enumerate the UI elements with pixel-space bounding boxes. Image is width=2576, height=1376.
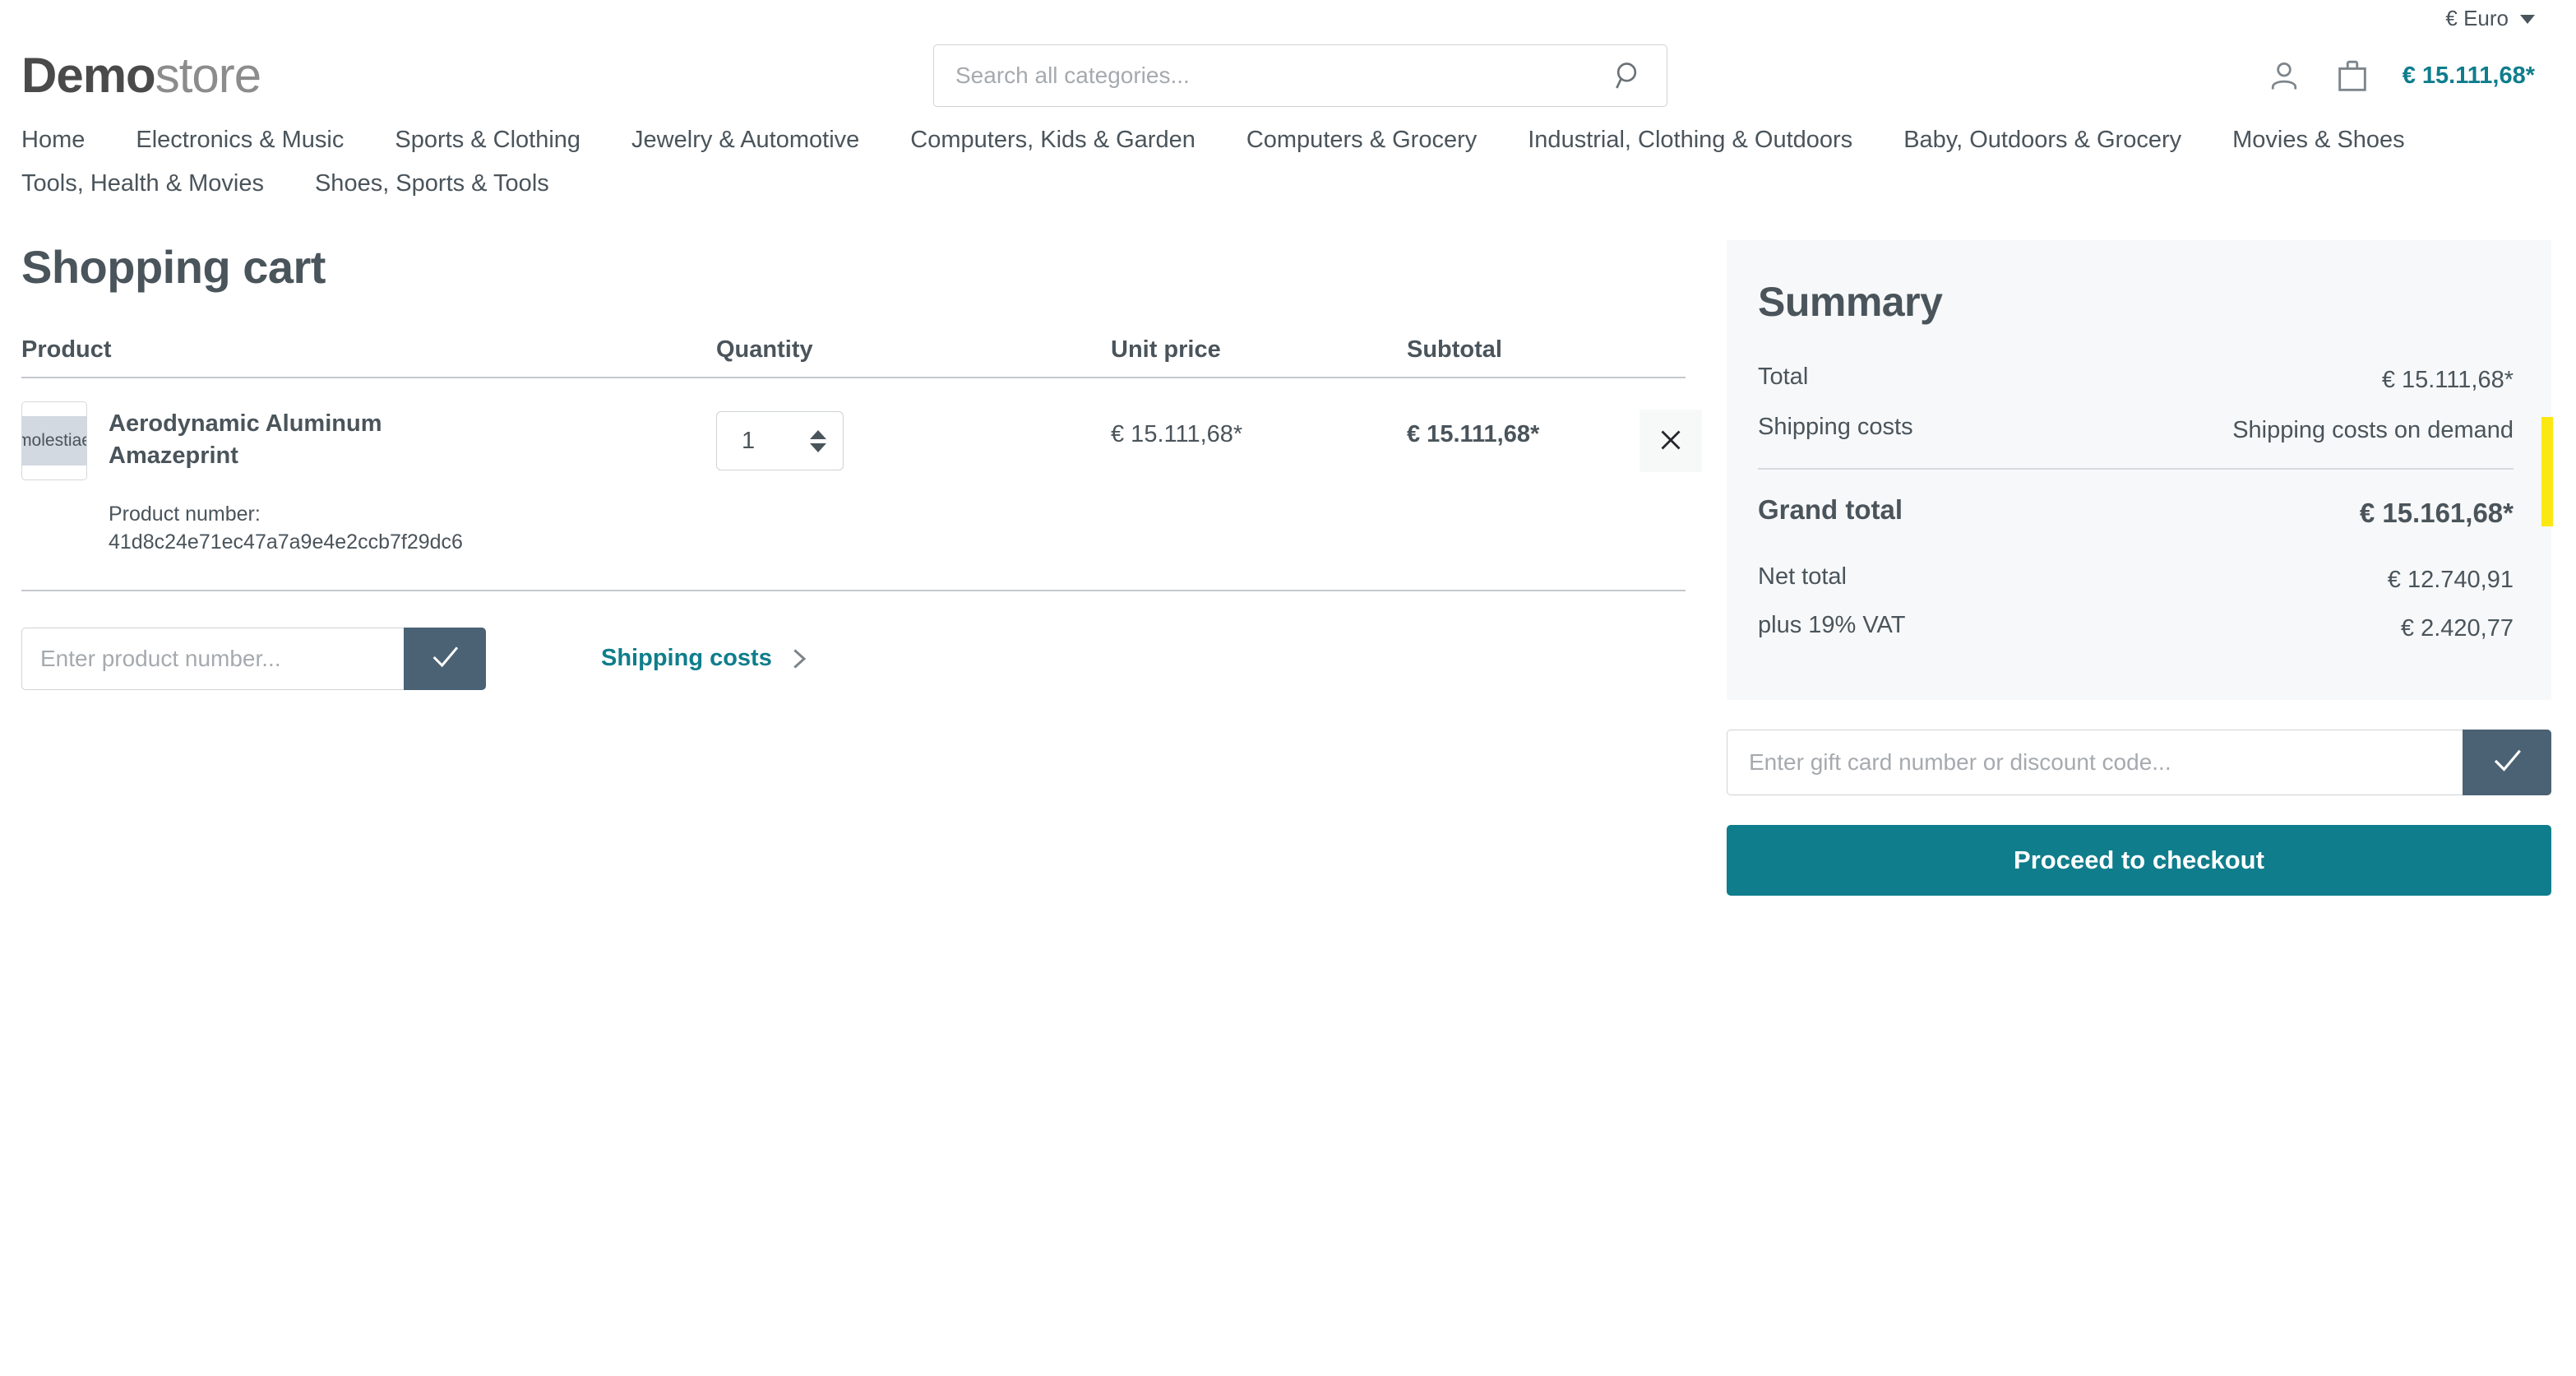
close-icon bbox=[1656, 425, 1686, 457]
summary-divider bbox=[1758, 468, 2514, 470]
page-title: Shopping cart bbox=[21, 241, 326, 293]
remove-cell bbox=[1592, 401, 1702, 472]
product-number-label: Product number: bbox=[109, 503, 261, 526]
shopping-bag-icon[interactable] bbox=[2333, 57, 2371, 95]
summary-title: Summary bbox=[1758, 279, 1943, 325]
nav-item-movies-shoes[interactable]: Movies & Shoes bbox=[2232, 127, 2405, 154]
summary-net-total-label: Net total bbox=[1758, 563, 1847, 591]
spinner-up-icon[interactable] bbox=[810, 429, 826, 439]
apply-discount-button[interactable] bbox=[2463, 729, 2551, 795]
search-container bbox=[933, 44, 1667, 107]
summary-vat-label: plus 19% VAT bbox=[1758, 611, 1906, 638]
quantity-value: 1 bbox=[742, 427, 756, 454]
column-header-product: Product bbox=[21, 336, 112, 363]
logo-light-text: store bbox=[155, 48, 261, 103]
nav-item-computers-kids-garden[interactable]: Computers, Kids & Garden bbox=[910, 127, 1196, 154]
search-input[interactable] bbox=[955, 63, 1612, 89]
chevron-down-icon bbox=[2520, 15, 2535, 24]
summary-card: Summary Total € 15.111,68* Shipping cost… bbox=[1727, 240, 2553, 700]
currency-selector[interactable]: € Euro bbox=[2445, 6, 2535, 31]
product-cell: molestiae Aerodynamic Aluminum Amazeprin… bbox=[21, 401, 716, 557]
summary-grand-total-value: € 15.161,68* bbox=[2359, 498, 2514, 529]
table-row: molestiae Aerodynamic Aluminum Amazeprin… bbox=[21, 378, 1702, 591]
summary-total-label: Total bbox=[1758, 364, 1809, 390]
header-actions: € 15.111,68* bbox=[2266, 57, 2535, 95]
search-box[interactable] bbox=[933, 44, 1667, 107]
discount-code-group bbox=[1727, 729, 2551, 795]
currency-label: € Euro bbox=[2445, 5, 2509, 30]
nav-item-tools-health-movies[interactable]: Tools, Health & Movies bbox=[21, 170, 264, 197]
subtotal-value: € 15.111,68* bbox=[1407, 421, 1540, 447]
site-header: Demostore € 15.111,68* bbox=[0, 36, 2576, 115]
nav-item-computers-grocery[interactable]: Computers & Grocery bbox=[1246, 127, 1477, 154]
account-icon[interactable] bbox=[2266, 58, 2302, 94]
nav-item-baby-outdoors-grocery[interactable]: Baby, Outdoors & Grocery bbox=[1903, 127, 2181, 154]
nav-item-home[interactable]: Home bbox=[21, 127, 85, 154]
spinner-arrows-icon[interactable] bbox=[810, 429, 826, 452]
nav-item-shoes-sports-tools[interactable]: Shoes, Sports & Tools bbox=[315, 170, 549, 197]
summary-row-net-total: Net total € 12.740,91 bbox=[1758, 563, 2514, 597]
product-thumbnail[interactable]: molestiae bbox=[21, 401, 87, 480]
product-number-input[interactable] bbox=[21, 627, 404, 690]
proceed-to-checkout-button[interactable]: Proceed to checkout bbox=[1727, 824, 2551, 896]
column-header-unit-price: Unit price bbox=[1111, 336, 1221, 363]
main-navigation: Home Electronics & Music Sports & Clothi… bbox=[0, 115, 2467, 197]
nav-item-jewelry-automotive[interactable]: Jewelry & Automotive bbox=[631, 127, 859, 154]
product-number: Product number: 41d8c24e71ec47a7a9e4e2cc… bbox=[109, 501, 463, 557]
unit-price-value: € 15.111,68* bbox=[1111, 421, 1243, 447]
summary-row-shipping: Shipping costs Shipping costs on demand bbox=[1758, 414, 2514, 447]
add-product-submit-button[interactable] bbox=[404, 627, 486, 690]
nav-item-electronics-music[interactable]: Electronics & Music bbox=[136, 127, 344, 154]
summary-shipping-value: Shipping costs on demand bbox=[2232, 416, 2514, 443]
check-icon bbox=[2490, 744, 2524, 781]
summary-row-grand-total: Grand total € 15.161,68* bbox=[1758, 494, 2514, 532]
cart-table-header: Product Quantity Unit price Subtotal bbox=[21, 336, 1686, 378]
cart-total-amount[interactable]: € 15.111,68* bbox=[2403, 63, 2535, 90]
product-number-value: 41d8c24e71ec47a7a9e4e2ccb7f29dc6 bbox=[109, 530, 463, 554]
quantity-stepper[interactable]: 1 bbox=[716, 411, 844, 470]
highlight-marker bbox=[2541, 417, 2553, 526]
topbar: € Euro bbox=[0, 0, 2576, 36]
add-product-group bbox=[21, 627, 486, 690]
summary-total-value: € 15.111,68* bbox=[2381, 367, 2514, 393]
nav-item-sports-clothing[interactable]: Sports & Clothing bbox=[395, 127, 580, 154]
summary-column: Summary Total € 15.111,68* Shipping cost… bbox=[1727, 240, 2553, 896]
search-icon[interactable] bbox=[1612, 59, 1645, 92]
check-icon bbox=[428, 641, 461, 676]
summary-vat-value: € 2.420,77 bbox=[2400, 614, 2514, 642]
remove-item-button[interactable] bbox=[1639, 410, 1702, 472]
summary-row-vat: plus 19% VAT € 2.420,77 bbox=[1758, 612, 2514, 646]
column-header-subtotal: Subtotal bbox=[1407, 336, 1502, 363]
site-logo[interactable]: Demostore bbox=[21, 51, 261, 100]
product-name[interactable]: Aerodynamic Aluminum Amazeprint bbox=[109, 408, 429, 471]
logo-bold-text: Demo bbox=[21, 48, 156, 103]
product-thumbnail-text: molestiae bbox=[22, 416, 86, 466]
spinner-down-icon[interactable] bbox=[810, 442, 826, 452]
cart-column: Shopping cart Product Quantity Unit pric… bbox=[21, 240, 1702, 896]
summary-shipping-label: Shipping costs bbox=[1758, 413, 1913, 440]
shipping-costs-link-label: Shipping costs bbox=[601, 645, 772, 672]
product-info: Aerodynamic Aluminum Amazeprint Product … bbox=[109, 401, 463, 557]
summary-grand-total-label: Grand total bbox=[1758, 494, 1903, 526]
quantity-cell: 1 bbox=[716, 401, 1111, 470]
cart-table: Product Quantity Unit price Subtotal mol… bbox=[21, 336, 1702, 690]
chevron-right-icon bbox=[787, 647, 810, 670]
summary-net-total-value: € 12.740,91 bbox=[2387, 567, 2514, 594]
summary-row-total: Total € 15.111,68* bbox=[1758, 364, 2514, 397]
nav-item-industrial-clothing-outdoors[interactable]: Industrial, Clothing & Outdoors bbox=[1528, 127, 1852, 154]
cart-footer: Shipping costs bbox=[21, 591, 1686, 690]
main-content: Shopping cart Product Quantity Unit pric… bbox=[0, 197, 2576, 896]
shipping-costs-link[interactable]: Shipping costs bbox=[601, 645, 810, 672]
column-header-quantity: Quantity bbox=[716, 336, 813, 363]
discount-code-input[interactable] bbox=[1727, 729, 2463, 795]
